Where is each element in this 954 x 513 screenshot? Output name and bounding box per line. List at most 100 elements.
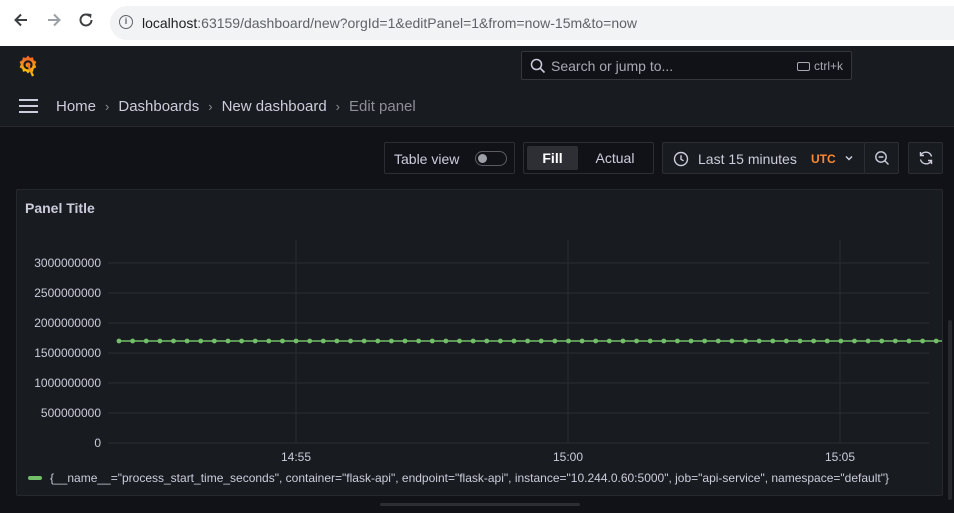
- time-range-label: Last 15 minutes: [698, 151, 797, 167]
- browser-toolbar: i localhost:63159/dashboard/new?orgId=1&…: [0, 0, 954, 47]
- data-point: [647, 338, 653, 344]
- time-series-chart[interactable]: 0 500000000 1000000000 1500000000 2000000000…: [17, 190, 942, 495]
- data-point: [838, 338, 844, 344]
- address-bar[interactable]: i localhost:63159/dashboard/new?orgId=1&…: [110, 6, 954, 40]
- back-icon[interactable]: [9, 11, 33, 35]
- zoom-out-button[interactable]: [864, 142, 899, 174]
- x-tick-label: 15:00: [553, 450, 583, 464]
- data-point: [143, 338, 149, 344]
- data-point: [593, 338, 599, 344]
- data-point: [116, 338, 122, 344]
- actual-button[interactable]: Actual: [582, 146, 648, 170]
- data-point: [171, 338, 176, 344]
- data-point: [348, 338, 353, 344]
- data-point: [320, 338, 326, 344]
- shortcut-label: ctrl+k: [813, 59, 843, 73]
- data-point: [824, 338, 830, 344]
- table-view-toggle[interactable]: Table view: [384, 142, 515, 174]
- y-tick-label: 500000000: [41, 406, 101, 420]
- data-point: [470, 338, 476, 344]
- data-point: [811, 338, 817, 344]
- data-point: [879, 338, 885, 344]
- data-point: [566, 338, 571, 344]
- data-point: [239, 338, 244, 344]
- reload-icon[interactable]: [74, 11, 98, 35]
- top-bar: Search or jump to... ctrl+k: [0, 46, 954, 86]
- legend-item[interactable]: {__name__="process_start_time_seconds", …: [28, 471, 934, 487]
- y-tick-label: 3000000000: [34, 256, 101, 270]
- data-point: [783, 338, 789, 344]
- keyboard-icon: [796, 61, 810, 71]
- data-point: [702, 338, 708, 344]
- data-point: [906, 338, 912, 344]
- series-color-swatch: [28, 475, 42, 480]
- data-point: [579, 338, 585, 344]
- data-point: [334, 338, 340, 344]
- data-point: [211, 338, 217, 344]
- breadcrumb: Home › Dashboards › New dashboard › Edit…: [56, 98, 416, 115]
- switch-knob: [478, 154, 487, 163]
- zoom-out-icon: [875, 151, 889, 165]
- clock-icon: [673, 151, 689, 167]
- data-point: [756, 338, 762, 344]
- data-point: [457, 338, 462, 344]
- data-point: [920, 338, 925, 344]
- data-point: [280, 338, 285, 344]
- data-point: [715, 338, 721, 344]
- data-point: [606, 338, 612, 344]
- y-tick-label: 0: [94, 436, 101, 450]
- data-point: [252, 338, 258, 344]
- data-point: [865, 338, 871, 344]
- data-point: [729, 338, 735, 344]
- x-tick-label: 14:55: [281, 450, 311, 464]
- refresh-button[interactable]: [908, 142, 943, 174]
- data-point: [892, 338, 898, 344]
- data-point: [429, 338, 435, 344]
- x-tick-label: 15:05: [825, 450, 855, 464]
- data-point: [184, 338, 190, 344]
- data-point: [361, 338, 367, 344]
- timezone-label: UTC: [811, 152, 836, 166]
- data-point: [661, 338, 667, 344]
- chevron-down-icon: [845, 155, 853, 161]
- y-tick-label: 2500000000: [34, 286, 101, 300]
- search-placeholder: Search or jump to...: [551, 58, 674, 74]
- grafana-logo-icon[interactable]: [16, 54, 40, 78]
- vertical-scrollbar[interactable]: [948, 320, 952, 500]
- fill-button[interactable]: Fill: [527, 146, 578, 170]
- time-range-picker[interactable]: Last 15 minutes UTC: [662, 142, 865, 174]
- data-point: [375, 338, 381, 344]
- legend-label: {__name__="process_start_time_seconds", …: [50, 471, 889, 485]
- data-point: [130, 338, 136, 344]
- menu-icon[interactable]: [19, 99, 38, 113]
- forward-icon[interactable]: [42, 11, 66, 35]
- chevron-right-icon: ›: [335, 99, 341, 114]
- data-point: [525, 338, 530, 344]
- data-point: [933, 338, 939, 344]
- search-input[interactable]: Search or jump to... ctrl+k: [521, 51, 852, 80]
- data-point: [634, 338, 639, 344]
- horizontal-scrollbar[interactable]: [380, 503, 580, 506]
- data-point: [307, 338, 313, 344]
- url-text[interactable]: localhost:63159/dashboard/new?orgId=1&ed…: [142, 15, 637, 31]
- data-point: [743, 338, 748, 344]
- data-point: [797, 338, 803, 344]
- data-point: [402, 338, 408, 344]
- breadcrumb-bar: Home › Dashboards › New dashboard › Edit…: [0, 86, 954, 127]
- data-point: [389, 338, 394, 344]
- refresh-icon: [919, 151, 933, 165]
- data-point: [538, 338, 544, 344]
- data-point: [443, 338, 449, 344]
- keyboard-shortcut: ctrl+k: [796, 59, 843, 73]
- data-point: [266, 338, 272, 344]
- data-point: [157, 338, 163, 344]
- chevron-right-icon: ›: [105, 99, 110, 114]
- data-point: [675, 338, 680, 344]
- breadcrumb-home[interactable]: Home: [56, 98, 96, 115]
- breadcrumb-dashboards[interactable]: Dashboards: [118, 98, 199, 115]
- table-view-switch[interactable]: [475, 151, 507, 166]
- site-info-icon[interactable]: i: [119, 15, 133, 29]
- breadcrumb-new-dashboard[interactable]: New dashboard: [222, 98, 327, 115]
- data-point: [620, 338, 626, 344]
- panel: Panel Title 0 500000000 1000000000 15000000…: [16, 189, 943, 496]
